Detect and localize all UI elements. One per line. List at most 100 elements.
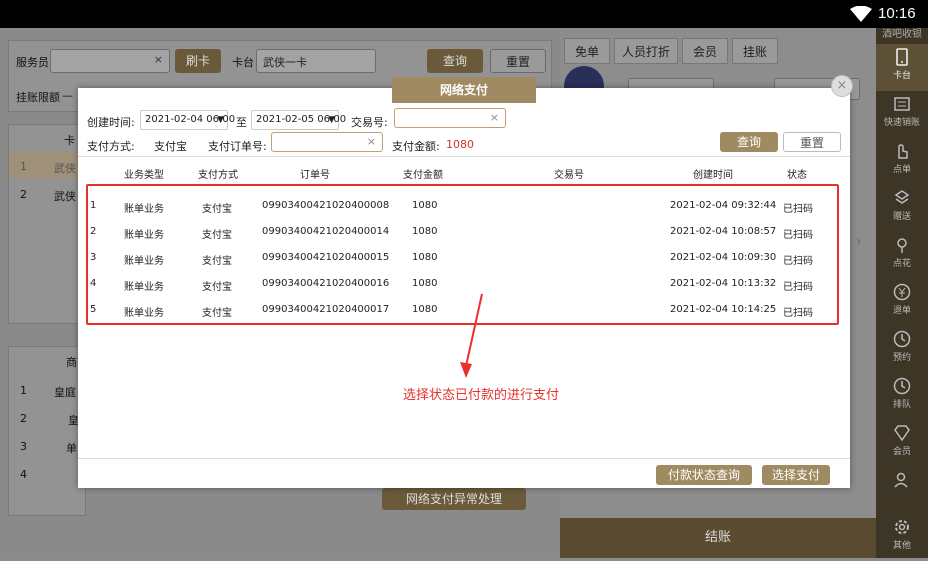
col-header-order: 订单号 [300,170,330,181]
product-row-name: 皇庭 [54,386,76,399]
close-icon[interactable]: × [831,75,853,97]
diamond-icon [894,425,910,442]
sidebar-item-label: 卡台 [892,71,911,81]
start-date-select[interactable]: 2021-02-04 06:00 ▼ [140,110,235,130]
clear-icon[interactable]: × [367,135,376,148]
product-list-header: 商 [66,356,77,369]
bg-reset-button[interactable]: 重置 [490,49,546,73]
pay-method-label: 支付方式: [87,140,135,153]
pay-amount-value: 1080 [446,138,474,151]
payment-status-query-button[interactable]: 付款状态查询 [656,465,752,485]
app-window: 服务员 × 刷卡 卡台 武侠一卡 查询 重置 挂账限额 — 卡 1 武侠 2 武… [0,28,928,558]
sidebar-item-label: 赠送 [892,212,911,222]
tab-member[interactable]: 会员 [682,38,728,64]
sidebar-item-other[interactable]: 其他 [876,514,928,561]
tab-free[interactable]: 免单 [564,38,610,64]
sidebar-item-label: 快速销账 [883,118,920,128]
sidebar-item-label: 预约 [892,353,911,363]
network-payment-dialog: 网络支付 × 创建时间: 2021-02-04 06:00 ▼ 至 2021-02… [78,75,853,488]
table-list-header: 卡 [64,134,75,147]
status-clock: 10:16 [878,5,916,22]
table-list-row-no: 1 [20,160,27,173]
sidebar-item-refund[interactable]: 退单 [876,279,928,326]
sidebar-item-label: 点花 [892,259,911,269]
transaction-no-label: 交易号: [351,116,388,129]
table-input[interactable]: 武侠一卡 [256,49,376,73]
chevron-right-icon[interactable]: › [856,234,862,250]
table-list-row-name: 武侠 [54,190,76,203]
sidebar-item-table[interactable]: 卡台 [876,44,928,91]
col-header-type: 业务类型 [124,170,164,181]
dialog-title: 网络支付 [392,77,536,103]
product-list-panel [8,346,86,516]
created-time-label: 创建时间: [87,116,135,129]
col-header-created: 创建时间 [693,170,733,181]
clear-icon[interactable]: × [154,53,163,66]
sidebar-item-label: 会员 [892,447,911,457]
sidebar-item-label: 退单 [892,306,911,316]
caret-down-icon: ▼ [328,115,335,125]
annotation-arrow [460,293,483,378]
sidebar-item-label: 其他 [892,541,911,551]
table-header: 业务类型 支付方式 订单号 支付金额 交易号 创建时间 状态 [78,157,850,187]
flower-icon [897,238,907,253]
wifi-icon [850,6,872,22]
user-icon [894,472,908,488]
transaction-no-input[interactable]: × [394,108,506,128]
table-list-row-name: 武侠 [54,162,76,175]
waiter-label: 服务员 [16,56,49,69]
sidebar-item-member[interactable]: 会员 [876,420,928,467]
pay-amount-label: 支付金额: [392,140,440,153]
tab-staff-discount[interactable]: 人员打折 [614,38,678,64]
swipe-card-button[interactable]: 刷卡 [175,49,221,73]
caret-down-icon: ▼ [217,115,224,125]
list-icon [894,97,910,111]
table-label: 卡台 [232,56,254,69]
select-payment-button[interactable]: 选择支付 [762,465,830,485]
table-list-row-no: 2 [20,188,27,201]
sidebar-item-label: 排队 [892,400,911,410]
to-label: 至 [236,116,247,129]
sidebar-item-quick-writeoff[interactable]: 快速销账 [876,91,928,138]
tab-hang-account[interactable]: 挂账 [732,38,778,64]
sidebar-item-gift[interactable]: 赠送 [876,185,928,232]
clear-icon[interactable]: × [490,111,499,124]
gear-icon [895,520,909,534]
sidebar-item-queue[interactable]: 排队 [876,373,928,420]
hang-limit-value: — [62,89,73,102]
product-row-no: 2 [20,412,27,425]
brand-label: 酒吧收银 [882,29,922,40]
sidebar-item-order[interactable]: 点单 [876,138,928,185]
sidebar-item-label: 点单 [892,165,911,175]
sidebar-item-flower[interactable]: 点花 [876,232,928,279]
tablet-icon [896,48,908,66]
pay-method-value: 支付宝 [154,140,187,153]
sidebar-item-reservation[interactable]: 预约 [876,326,928,373]
dialog-query-button[interactable]: 查询 [720,132,778,152]
sidebar-item-user[interactable] [876,467,928,514]
col-header-txn: 交易号 [554,170,584,181]
product-row-no: 1 [20,384,27,397]
settle-button[interactable]: 结账 [560,518,876,558]
col-header-amount: 支付金额 [403,170,443,181]
product-row-name: 单 [66,442,77,455]
status-bar: 10:16 [0,0,928,28]
dialog-footer: 付款状态查询 选择支付 [78,458,850,488]
hand-icon [898,144,908,159]
gift-icon [894,190,910,204]
hang-limit-label: 挂账限额 [16,91,60,104]
product-row-no: 4 [20,468,27,481]
annotation-text: 选择状态已付款的进行支付 [403,388,560,403]
pay-order-input[interactable]: × [271,132,383,152]
end-date-select[interactable]: 2021-02-05 06:00 ▼ [251,110,346,130]
product-row-no: 3 [20,440,27,453]
clock-icon [893,330,911,348]
payment-exception-button[interactable]: 网络支付异常处理 [382,488,526,510]
yen-icon [893,283,911,301]
col-header-method: 支付方式 [198,170,238,181]
dialog-reset-button[interactable]: 重置 [783,132,841,152]
bg-query-button[interactable]: 查询 [427,49,483,73]
sidebar: 酒吧收银 卡台 快速销账 点单 赠送 点花 退单 预约 排队 会员 其他 [876,28,928,558]
waiter-input[interactable]: × [50,49,170,73]
clock-icon [893,377,911,395]
